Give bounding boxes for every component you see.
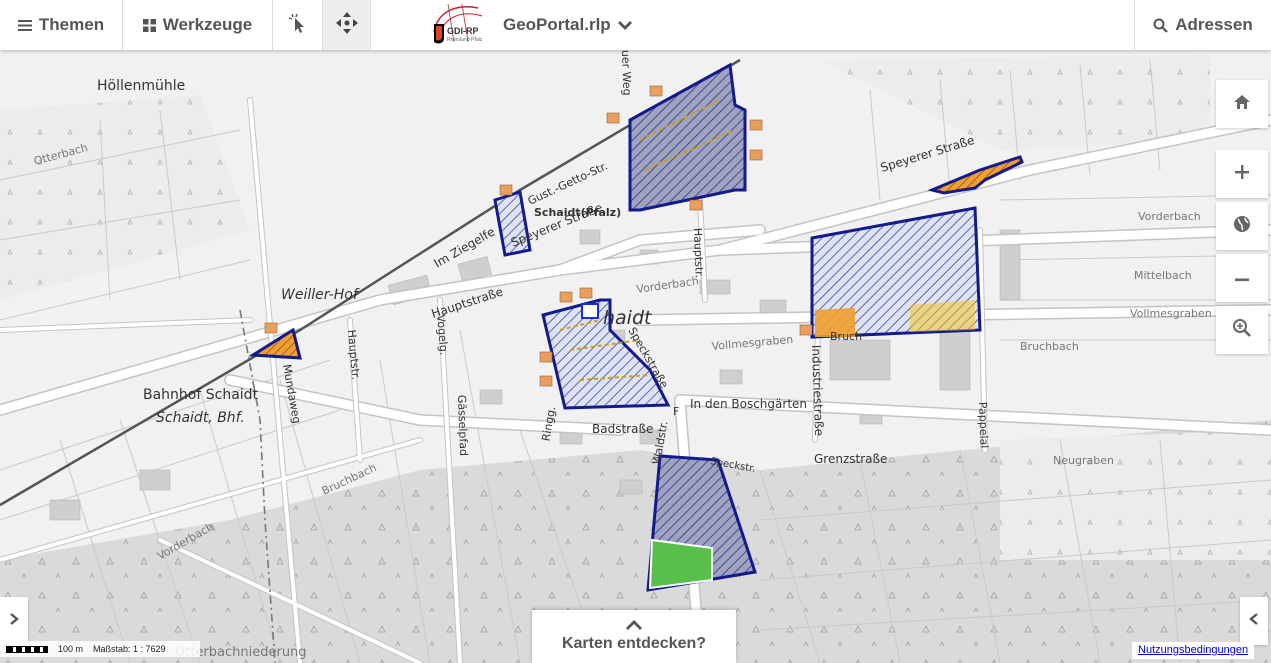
- scale-ruler: [6, 645, 48, 653]
- chevron-down-icon: [617, 19, 633, 31]
- chevron-left-icon: [1249, 612, 1259, 631]
- label-bahnhof-schaidt: Bahnhof Schaidt: [143, 387, 259, 403]
- discover-maps-label: Karten entdecken?: [561, 635, 707, 652]
- search-icon: [1153, 18, 1169, 33]
- right-panel-toggle[interactable]: [1240, 597, 1268, 645]
- select-tool-button[interactable]: [273, 0, 323, 50]
- minus-icon: [1234, 269, 1250, 287]
- label-grenzstrasse: Grenzstraße: [814, 452, 887, 466]
- terms-link[interactable]: Nutzungsbedingungen: [1132, 642, 1255, 659]
- label-gasselpfad: Gässelpfad: [455, 395, 470, 457]
- address-search-button[interactable]: Adressen: [1134, 0, 1271, 50]
- gdi-rp-logo[interactable]: GDI-RP Rheinland-Pfalz: [428, 2, 488, 48]
- label-f-marker: F: [673, 405, 679, 418]
- left-panel-toggle[interactable]: [0, 597, 28, 645]
- label-bruch: Bruch: [830, 330, 862, 343]
- label-schaidt-pfalz: Schaidt(Pfalz): [534, 206, 621, 219]
- label-badstrasse: Badstraße: [592, 422, 653, 436]
- label-weiller-hof: Weiller-Hof: [281, 287, 360, 303]
- label-hauptstr-mid: Hauptstr.: [691, 228, 706, 279]
- zoom-out-button[interactable]: [1216, 254, 1268, 302]
- map-canvas[interactable]: Höllenmühle Otterbach Weiller-Hof Bahnho…: [0, 0, 1271, 663]
- scale-distance: 100 m: [58, 644, 84, 654]
- globe-icon: [1233, 215, 1251, 238]
- logo-text: GDI-RP: [447, 26, 479, 36]
- cursor-click-icon: [287, 12, 309, 39]
- label-pappelallee: Pappelal: [976, 402, 991, 449]
- zoom-selection-button[interactable]: [1216, 306, 1268, 354]
- home-icon: [1233, 94, 1251, 115]
- zoom-magnifier-icon: [1232, 318, 1252, 343]
- portal-label: GeoPortal.rlp: [503, 15, 611, 34]
- top-toolbar: Themen Werkzeuge GDI-RP Rheinland-Pfalz …: [0, 0, 1271, 50]
- plus-icon: [1234, 164, 1250, 185]
- logo-subtext: Rheinland-Pfalz: [447, 37, 483, 43]
- tools-label: Werkzeuge: [162, 15, 253, 34]
- label-bruchbach-right: Bruchbach: [1020, 340, 1079, 353]
- label-in-den-boschgaerten: In den Boschgärten: [690, 397, 807, 411]
- globe-button[interactable]: [1216, 202, 1268, 250]
- label-schaidt-bhf: Schaidt, Bhf.: [156, 410, 245, 426]
- label-uer-weg: uer Weg: [619, 50, 634, 96]
- label-vollmesgraben-right: Vollmesgraben: [1130, 307, 1212, 320]
- home-button[interactable]: [1216, 80, 1268, 128]
- scale-ratio: Maßstab: 1 : 7629: [93, 644, 166, 654]
- chevron-right-icon: [9, 612, 19, 631]
- themes-button[interactable]: Themen: [0, 0, 123, 50]
- label-mittelbach: Mittelbach: [1134, 269, 1192, 282]
- label-neugraben: Neugraben: [1053, 454, 1114, 467]
- label-vorderbach-right: Vorderbach: [1138, 210, 1201, 223]
- hamburger-menu-icon: [17, 19, 32, 32]
- pan-tool-button[interactable]: [323, 0, 371, 50]
- discover-maps-button[interactable]: Karten entdecken?: [532, 610, 736, 663]
- grid-icon: [142, 18, 156, 32]
- tools-button[interactable]: Werkzeuge: [123, 0, 273, 50]
- portal-switcher[interactable]: GeoPortal.rlp: [503, 0, 633, 50]
- address-label: Adressen: [1175, 15, 1253, 34]
- label-hoellenmuehle: Höllenmühle: [97, 78, 185, 94]
- themes-label: Themen: [38, 15, 105, 34]
- zoom-in-button[interactable]: [1216, 150, 1268, 198]
- move-arrows-icon: [335, 11, 359, 40]
- label-schaidt-big: haidt: [603, 307, 653, 329]
- scale-bar: 100 m Maßstab: 1 : 7629: [0, 641, 200, 657]
- chevron-up-icon: [625, 618, 643, 636]
